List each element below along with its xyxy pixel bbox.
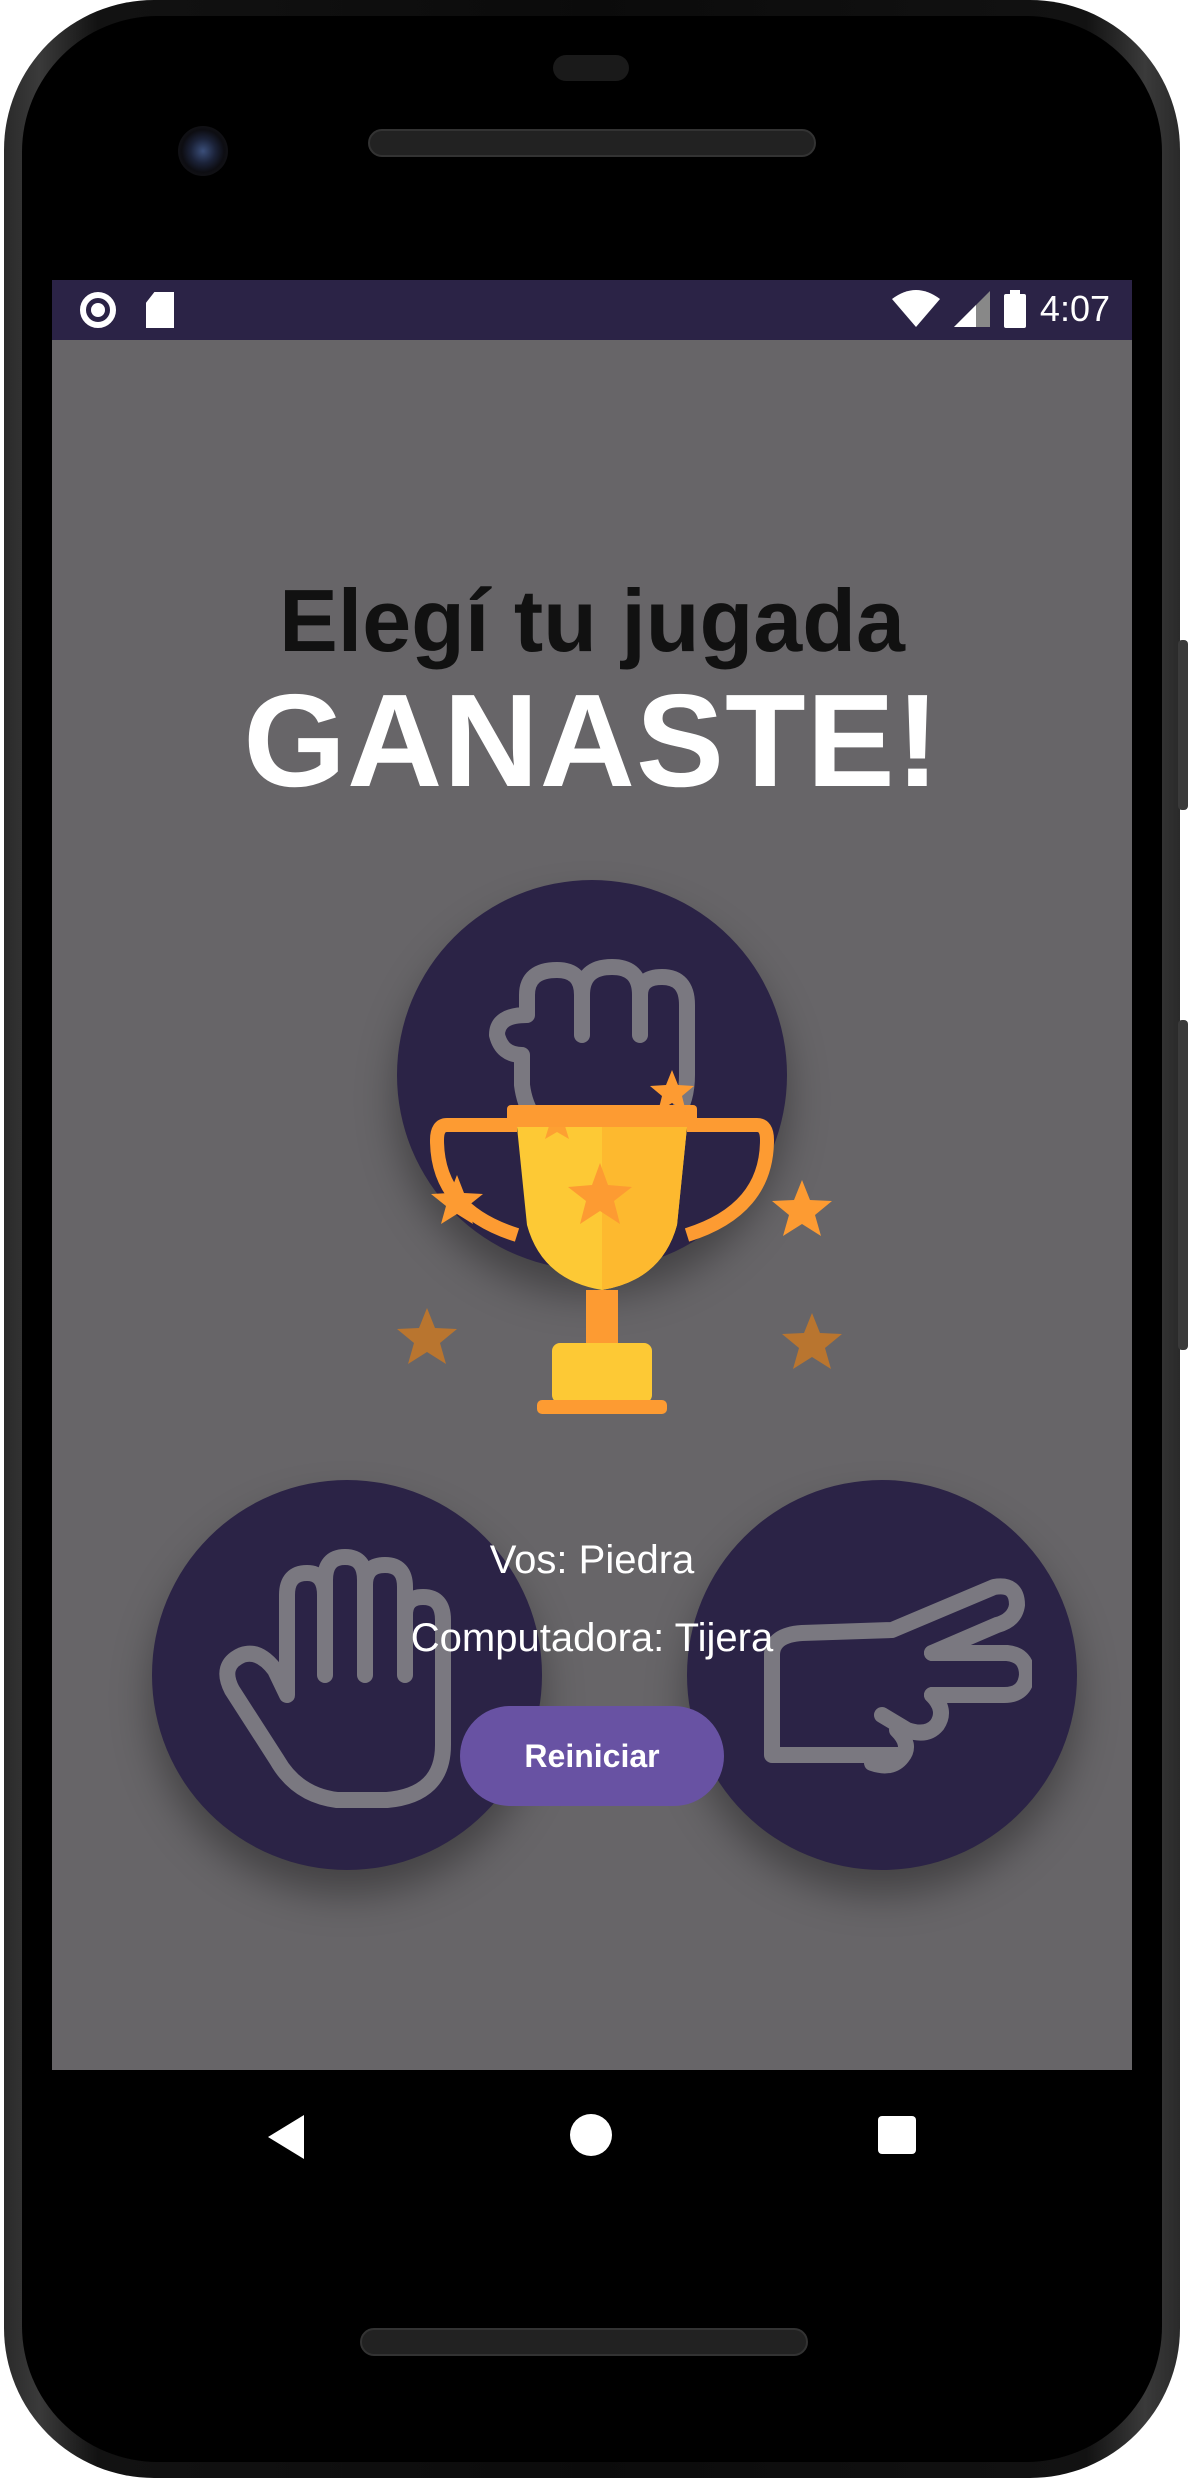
earpiece-speaker	[368, 129, 816, 157]
page-title: Elegí tu jugada	[279, 571, 905, 670]
signal-icon	[953, 291, 990, 327]
record-icon	[80, 292, 116, 328]
power-button	[1178, 640, 1188, 810]
front-camera	[178, 126, 228, 176]
clock: 4:07	[1039, 288, 1110, 329]
recents-icon[interactable]	[878, 2116, 916, 2154]
restart-button[interactable]: Reiniciar	[460, 1706, 724, 1806]
home-icon[interactable]	[570, 2114, 612, 2156]
player-choice-text: Vos: Piedra	[489, 1538, 695, 1582]
sensor	[553, 55, 629, 81]
computer-choice-text: Computadora: Tijera	[410, 1616, 774, 1660]
wifi-icon	[891, 290, 940, 327]
navigation-bar	[52, 2070, 1132, 2200]
volume-button	[1178, 1020, 1188, 1350]
app-screen: 4:07 Elegí tu jugada GANASTE! Vos: Piedr…	[52, 280, 1132, 2070]
bottom-speaker	[360, 2328, 808, 2356]
back-icon[interactable]	[268, 2115, 304, 2159]
result-text: GANASTE!	[243, 667, 941, 814]
battery-icon	[1003, 290, 1026, 328]
trophy-icon	[397, 1070, 842, 1414]
sd-card-icon	[146, 292, 174, 328]
status-bar: 4:07	[52, 280, 1132, 340]
